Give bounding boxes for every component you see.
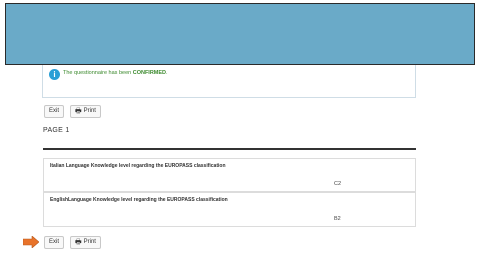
confirmation-notice: i The questionnaire has been CONFIRMED. bbox=[42, 65, 416, 98]
answer-value: C2 bbox=[334, 181, 342, 187]
page-title: PAGE 1 bbox=[43, 127, 70, 134]
printer-icon: 🖶 bbox=[75, 108, 82, 115]
exit-button[interactable]: Exit bbox=[44, 105, 65, 118]
print-button[interactable]: 🖶 Print bbox=[70, 236, 101, 249]
top-button-row: Exit 🖶 Print bbox=[44, 105, 101, 118]
info-icon: i bbox=[49, 69, 60, 80]
answer-value: B2 bbox=[334, 216, 341, 222]
table-row: Italian Language Knowledge level regardi… bbox=[43, 158, 416, 192]
status-text: CONFIRMED bbox=[132, 70, 167, 76]
print-button[interactable]: 🖶 Print bbox=[70, 105, 101, 118]
confirmation-message: The questionnaire has been CONFIRMED. bbox=[63, 70, 168, 76]
question-label: Italian Language Knowledge level regardi… bbox=[50, 163, 226, 169]
answers-table: Italian Language Knowledge level regardi… bbox=[43, 148, 416, 227]
header-banner bbox=[5, 3, 475, 65]
arrow-right-icon bbox=[23, 236, 39, 248]
printer-icon: 🖶 bbox=[75, 239, 82, 246]
table-row: EnglishLanguage Knowledge level regardin… bbox=[43, 192, 416, 227]
bottom-button-row: Exit 🖶 Print bbox=[44, 236, 101, 249]
exit-button[interactable]: Exit bbox=[44, 236, 65, 249]
question-label: EnglishLanguage Knowledge level regardin… bbox=[50, 197, 228, 203]
